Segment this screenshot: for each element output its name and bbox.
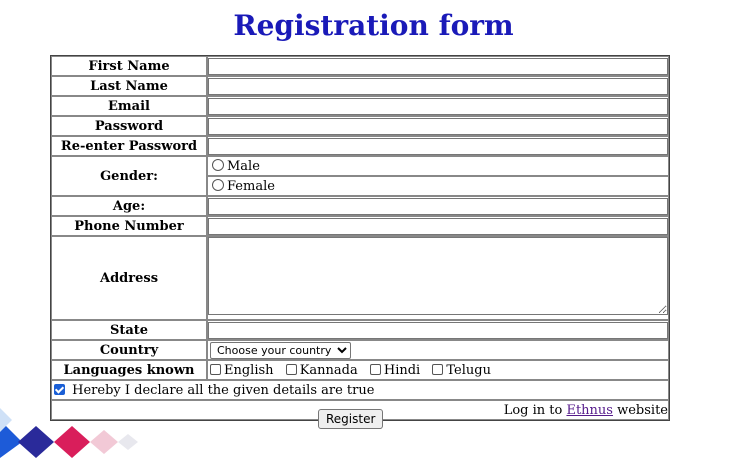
row-first-name: First Name (51, 56, 669, 76)
row-age: Age: (51, 196, 669, 216)
english-checkbox[interactable] (210, 363, 221, 375)
age-input[interactable] (208, 197, 668, 215)
last-name-input[interactable] (208, 77, 668, 95)
register-button[interactable]: Register (318, 409, 384, 429)
gender-male-option[interactable]: Male (208, 158, 668, 175)
hindi-checkbox[interactable] (369, 363, 381, 375)
female-label: Female (227, 178, 275, 194)
first-name-input[interactable] (208, 57, 668, 75)
row-declaration: Hereby I declare all the given details a… (51, 380, 669, 400)
row-languages: Languages known English Kannada Hindi Te… (51, 360, 669, 380)
state-input[interactable] (208, 321, 668, 339)
english-label: English (224, 362, 274, 378)
row-country: Country Choose your country (51, 340, 669, 360)
brand-logo-icon (0, 408, 138, 458)
phone-label: Phone Number (51, 216, 207, 236)
password-input[interactable] (208, 117, 668, 135)
languages-label: Languages known (51, 360, 207, 380)
country-label: Country (51, 340, 207, 360)
gender-female-option[interactable]: Female (208, 178, 668, 195)
row-address: Address (51, 236, 669, 320)
female-radio[interactable] (212, 178, 224, 191)
telugu-checkbox[interactable] (432, 363, 444, 375)
male-label: Male (227, 158, 260, 174)
email-input[interactable] (208, 97, 668, 115)
language-hindi[interactable]: Hindi (368, 363, 420, 378)
row-gender-male: Gender: Male (51, 156, 669, 196)
row-reenter-password: Re-enter Password (51, 136, 669, 156)
language-telugu[interactable]: Telugu (430, 363, 491, 378)
age-label: Age: (51, 196, 207, 216)
gender-label: Gender: (51, 156, 207, 196)
kannada-checkbox[interactable] (285, 363, 297, 375)
kannada-label: Kannada (299, 362, 358, 378)
reenter-password-input[interactable] (208, 137, 668, 155)
address-textarea[interactable] (208, 237, 668, 315)
page-title: Registration form (233, 9, 514, 42)
language-english[interactable]: English (208, 363, 274, 378)
male-radio[interactable] (212, 158, 224, 171)
row-state: State (51, 320, 669, 340)
phone-input[interactable] (208, 217, 668, 235)
email-label: Email (51, 96, 207, 116)
login-suffix: website (612, 402, 668, 418)
last-name-label: Last Name (51, 76, 207, 96)
hindi-label: Hindi (383, 362, 421, 378)
registration-table: First Name Last Name Email Password Re-e… (50, 55, 670, 421)
row-email: Email (51, 96, 669, 116)
reenter-password-label: Re-enter Password (51, 136, 207, 156)
first-name-label: First Name (51, 56, 207, 76)
row-last-name: Last Name (51, 76, 669, 96)
row-phone: Phone Number (51, 216, 669, 236)
password-label: Password (51, 116, 207, 136)
language-kannada[interactable]: Kannada (284, 363, 358, 378)
row-password: Password (51, 116, 669, 136)
login-prefix: Log in to (503, 402, 567, 418)
country-select[interactable]: Choose your country (210, 341, 351, 359)
address-label: Address (51, 236, 207, 320)
state-label: State (51, 320, 207, 340)
telugu-label: Telugu (446, 362, 491, 378)
ethnus-link[interactable]: Ethnus (566, 403, 613, 418)
